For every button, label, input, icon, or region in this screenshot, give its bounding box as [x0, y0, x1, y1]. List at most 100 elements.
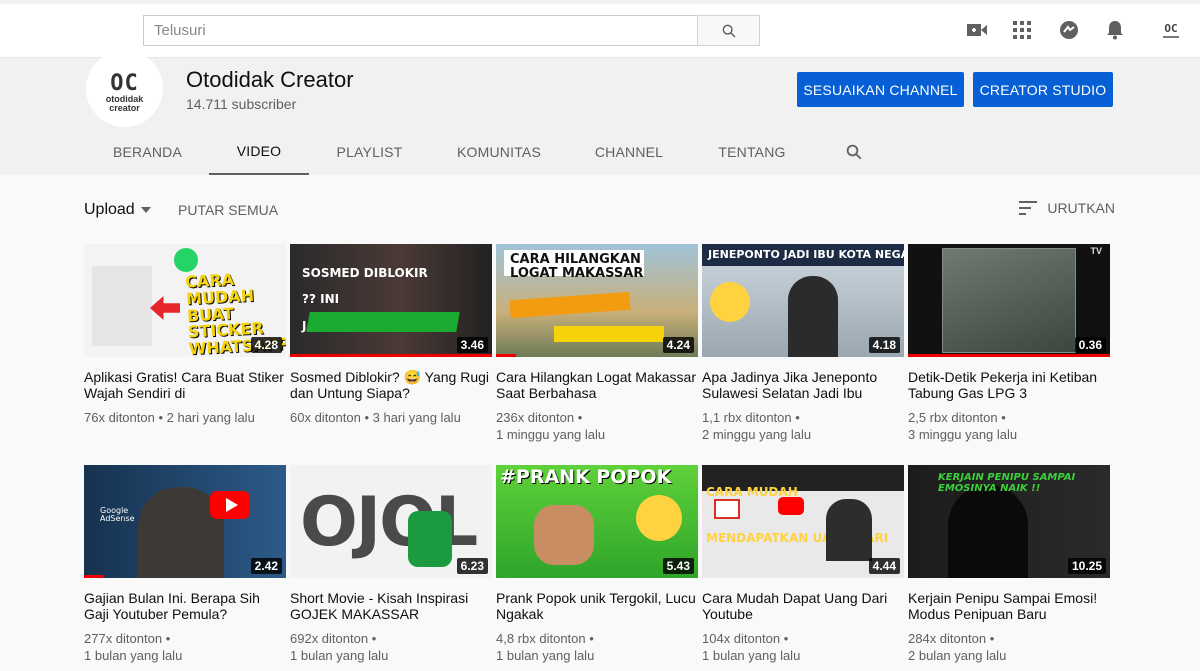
upload-age: 1 bulan yang lalu: [290, 648, 389, 663]
watch-progress: [84, 575, 105, 578]
video-section: Upload PUTAR SEMUA URUTKAN CARA MUDAH BU…: [0, 175, 1200, 671]
video-duration: 3.46: [456, 337, 488, 353]
tab-komunitas[interactable]: KOMUNITAS: [448, 128, 550, 175]
search-button[interactable]: [697, 15, 760, 46]
upload-dropdown-label: Upload: [84, 201, 135, 218]
watch-progress: [290, 354, 492, 357]
video-duration: 5.43: [662, 558, 694, 574]
video-title[interactable]: Cara Hilangkan Logat Makassar Saat Berba…: [496, 369, 698, 401]
whatsapp-icon: [174, 248, 198, 272]
video-title[interactable]: Kerjain Penipu Sampai Emosi! Modus Penip…: [908, 590, 1110, 622]
notifications-bell-icon[interactable]: [1103, 18, 1127, 42]
video-duration: 4.44: [868, 558, 900, 574]
tab-tentang[interactable]: TENTANG: [706, 128, 798, 175]
upload-age: 1 minggu yang lalu: [496, 427, 606, 442]
account-logo-underline: [1163, 35, 1179, 38]
video-card[interactable]: KERJAIN PENIPU SAMPAI EMOSINYA NAIK !! 1…: [908, 465, 1110, 664]
video-card[interactable]: #PRANK POPOK 5.43 Prank Popok unik Tergo…: [496, 465, 698, 664]
channel-avatar[interactable]: OC otodidak creator: [86, 50, 163, 127]
video-meta: 277x ditonton • 1 bulan yang lalu: [84, 631, 183, 663]
view-count: 104x ditonton: [702, 631, 781, 646]
person-silhouette: [788, 276, 838, 357]
video-thumbnail[interactable]: CARA MUDAH MENDAPATKAN UANG DARI YOUTUBE…: [702, 465, 904, 578]
video-title[interactable]: Gajian Bulan Ini. Berapa Sih Gaji Youtub…: [84, 590, 286, 622]
video-title[interactable]: Prank Popok unik Tergokil, Lucu Ngakak: [496, 590, 698, 622]
search-input[interactable]: [143, 15, 698, 46]
thumb-headline: OJOL: [300, 483, 478, 562]
messages-icon[interactable]: [1057, 18, 1081, 42]
channel-search-button[interactable]: [838, 128, 870, 175]
tab-channel[interactable]: CHANNEL: [583, 128, 675, 175]
video-duration: 0.36: [1074, 337, 1106, 353]
video-duration: 4.18: [868, 337, 900, 353]
video-card[interactable]: SOSMED DIBLOKIR ?? INI JAWABANNYA !! 3.4…: [290, 244, 492, 426]
video-title[interactable]: Aplikasi Gratis! Cara Buat Stiker Wajah …: [84, 369, 286, 401]
video-meta: 692x ditonton • 1 bulan yang lalu: [290, 631, 389, 663]
upload-age: 1 bulan yang lalu: [496, 648, 595, 663]
thumb-headline: KERJAIN PENIPU SAMPAI EMOSINYA NAIK !!: [938, 472, 1076, 494]
video-duration: 6.23: [456, 558, 488, 574]
video-duration: 4.28: [250, 337, 282, 353]
sort-label: URUTKAN: [1047, 200, 1115, 216]
upload-age: 2 hari yang lalu: [166, 410, 255, 425]
customize-channel-button[interactable]: SESUAIKAN CHANNEL: [797, 72, 964, 107]
shocked-emoji-icon: [710, 282, 750, 322]
watch-progress: [496, 354, 517, 357]
video-duration: 4.24: [662, 337, 694, 353]
arrow-shape: [150, 296, 180, 320]
view-count: 2,5 rbx ditonton: [908, 410, 998, 425]
video-thumbnail[interactable]: OJOL 6.23: [290, 465, 492, 578]
laughing-emoji-icon: [636, 495, 682, 541]
video-card[interactable]: CARA MUDAH BUAT STICKER WHATSAPP 4.28 Ap…: [84, 244, 286, 426]
channel-tabs: BERANDA VIDEO PLAYLIST KOMUNITAS CHANNEL…: [0, 128, 1200, 175]
account-avatar-icon[interactable]: OC: [1158, 18, 1184, 42]
video-card[interactable]: CARA MUDAH MENDAPATKAN UANG DARI YOUTUBE…: [702, 465, 904, 664]
tab-beranda[interactable]: BERANDA: [100, 128, 195, 175]
video-title[interactable]: Apa Jadinya Jika Jeneponto Sulawesi Sela…: [702, 369, 904, 401]
video-meta: 60x ditonton • 3 hari yang lalu: [290, 410, 461, 425]
creator-studio-button[interactable]: CREATOR STUDIO: [973, 72, 1113, 107]
video-duration: 2.42: [250, 558, 282, 574]
apps-grid-icon[interactable]: [1010, 18, 1034, 42]
video-card[interactable]: OJOL 6.23 Short Movie - Kisah Inspirasi …: [290, 465, 492, 664]
green-banner: [306, 312, 460, 332]
video-thumbnail[interactable]: KERJAIN PENIPU SAMPAI EMOSINYA NAIK !! 1…: [908, 465, 1110, 578]
person-silhouette: [826, 499, 872, 561]
youtube-logo-icon: [778, 497, 804, 515]
video-card[interactable]: CARA HILANGKAN LOGAT MAKASSAR 4.24 Cara …: [496, 244, 698, 443]
subscriber-count: 14.711 subscriber: [186, 96, 297, 112]
gmail-icon: [714, 499, 740, 519]
video-thumbnail[interactable]: JENEPONTO JADI IBU KOTA NEGARA 4.18: [702, 244, 904, 357]
video-thumbnail[interactable]: Google AdSense 2.42: [84, 465, 286, 578]
video-meta: 284x ditonton • 2 bulan yang lalu: [908, 631, 1007, 663]
video-thumbnail[interactable]: #PRANK POPOK 5.43: [496, 465, 698, 578]
video-card[interactable]: Google AdSense 2.42 Gajian Bulan Ini. Be…: [84, 465, 286, 664]
video-thumbnail[interactable]: TV 0.36: [908, 244, 1110, 357]
top-strip: [0, 0, 1200, 4]
video-card[interactable]: TV 0.36 Detik-Detik Pekerja ini Ketiban …: [908, 244, 1110, 443]
view-count: 60x ditonton: [290, 410, 361, 425]
play-all-button[interactable]: PUTAR SEMUA: [178, 202, 278, 218]
tab-playlist[interactable]: PLAYLIST: [322, 128, 417, 175]
tab-video[interactable]: VIDEO: [209, 128, 309, 175]
video-title[interactable]: Cara Mudah Dapat Uang Dari Youtube: [702, 590, 904, 622]
sort-button[interactable]: URUTKAN: [1019, 200, 1115, 216]
video-thumbnail[interactable]: CARA HILANGKAN LOGAT MAKASSAR 4.24: [496, 244, 698, 357]
upload-dropdown[interactable]: Upload: [84, 201, 151, 219]
video-title[interactable]: Short Movie - Kisah Inspirasi GOJEK MAKA…: [290, 590, 492, 622]
video-card[interactable]: JENEPONTO JADI IBU KOTA NEGARA 4.18 Apa …: [702, 244, 904, 443]
video-thumbnail[interactable]: SOSMED DIBLOKIR ?? INI JAWABANNYA !! 3.4…: [290, 244, 492, 357]
upload-age: 3 minggu yang lalu: [908, 427, 1018, 442]
video-camera-icon[interactable]: [965, 18, 989, 42]
upload-age: 2 minggu yang lalu: [702, 427, 812, 442]
video-title[interactable]: Sosmed Diblokir? 😅 Yang Rugi dan Untung …: [290, 369, 492, 401]
upload-age: 1 bulan yang lalu: [84, 648, 183, 663]
video-meta: 4,8 rbx ditonton • 1 bulan yang lalu: [496, 631, 595, 663]
view-count: 277x ditonton: [84, 631, 163, 646]
top-bar: OC: [0, 0, 1200, 58]
video-title[interactable]: Detik-Detik Pekerja ini Ketiban Tabung G…: [908, 369, 1110, 401]
person-silhouette: [534, 505, 594, 565]
view-count: 692x ditonton: [290, 631, 369, 646]
video-meta: 1,1 rbx ditonton • 2 minggu yang lalu: [702, 410, 812, 442]
video-thumbnail[interactable]: CARA MUDAH BUAT STICKER WHATSAPP 4.28: [84, 244, 286, 357]
